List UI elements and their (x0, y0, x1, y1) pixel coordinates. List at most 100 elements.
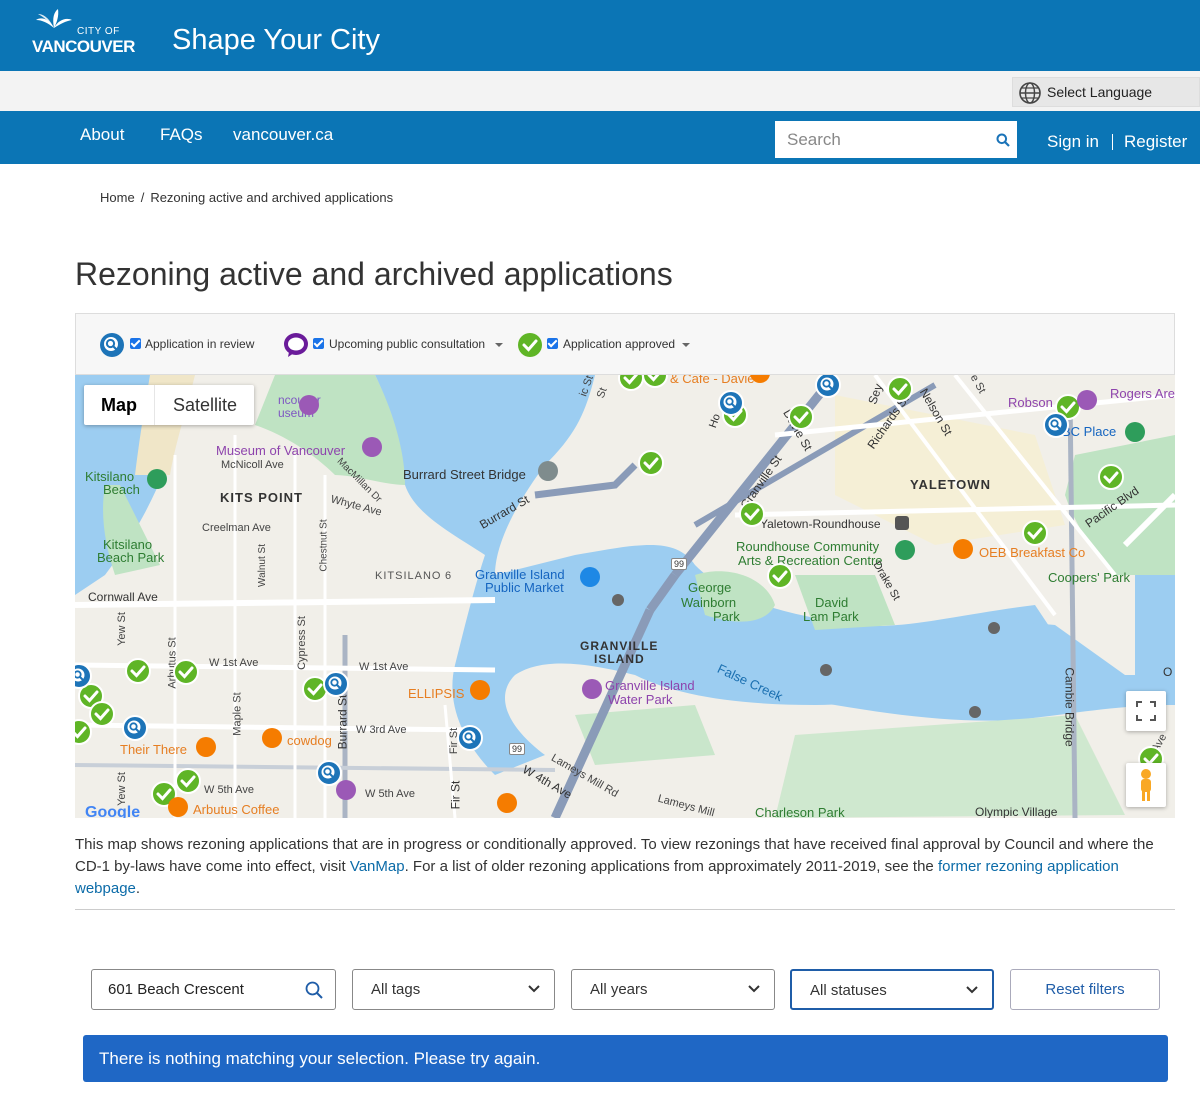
map-label-w3rd-ave: W 3rd Ave (356, 724, 407, 736)
map-label-cowdog: cowdog (287, 733, 332, 748)
rezoning-map[interactable]: Map Satellite ncouver useum Museum of Va… (75, 375, 1175, 818)
language-bar: Select Language (0, 71, 1200, 111)
map-label-olympic-village: Olympic Village (975, 805, 1058, 818)
description-text-3: . (135, 880, 141, 897)
sign-in-link[interactable]: Sign in (1047, 132, 1099, 152)
site-title[interactable]: Shape Your City (172, 24, 380, 57)
search-input[interactable] (775, 121, 985, 158)
legend-application-approved[interactable]: Application approved (517, 332, 697, 358)
map-label-oeb: OEB Breakfast Co (979, 545, 1086, 560)
nav-vancouver-ca[interactable]: vancouver.ca (233, 125, 333, 145)
nav-about[interactable]: About (80, 125, 124, 145)
fullscreen-icon (1136, 701, 1156, 721)
years-select[interactable]: All years (571, 969, 775, 1010)
map-label-museum-partial-2: useum (278, 406, 315, 420)
map-label-partial-o: O (1163, 665, 1173, 679)
flower-logo-icon (36, 9, 72, 28)
map-type-toggle: Map Satellite (84, 385, 254, 425)
logo-vancouver: VANCOUVER (32, 37, 135, 56)
map-label-maple-st: Maple St (231, 692, 244, 736)
map-label-their-there: Their There (120, 742, 187, 757)
map-label-hwy99-b: 99 (509, 743, 526, 755)
map-label-fir-st-a: Fir St (448, 727, 461, 755)
map-type-satellite-button[interactable]: Satellite (154, 385, 255, 425)
map-label-burrard-st-south: Burrard St (335, 694, 350, 750)
map-label-kitsilano: KITSILANO (375, 570, 442, 582)
description-text-2: . For a list of older rezoning applicati… (404, 858, 938, 875)
statuses-select[interactable]: All statuses (790, 969, 994, 1010)
site-search (775, 121, 1017, 158)
address-search-field (91, 969, 336, 1010)
legend-label-approved: Application approved (563, 337, 676, 351)
chevron-down-icon[interactable] (495, 342, 503, 348)
approved-marker-icon (518, 333, 542, 357)
map-label-cornwall-ave: Cornwall Ave (88, 590, 158, 604)
language-selector[interactable]: Select Language (1012, 77, 1200, 107)
nav-faqs[interactable]: FAQs (160, 125, 203, 145)
map-label-cypress-st: Cypress St (295, 616, 308, 670)
search-icon[interactable] (305, 981, 323, 999)
map-label-yew-st-a: Yew St (115, 612, 128, 646)
breadcrumb-home[interactable]: Home (100, 190, 135, 205)
site-header: CITY OF VANCOUVER Shape Your City (0, 0, 1200, 71)
legend-application-in-review[interactable]: Application in review (99, 332, 292, 358)
map-label-museum: Museum of Vancouver (216, 443, 346, 458)
street-view-button[interactable] (1126, 763, 1166, 807)
map-label-w1st-ave-b: W 1st Ave (359, 661, 409, 673)
map-label-cambie-bridge: Cambie Bridge (1062, 667, 1077, 747)
map-label-granville-market-2: Public Market (485, 580, 564, 595)
statuses-select-value: All statuses (810, 982, 887, 999)
map-label-yaletown-roundhouse: Yaletown-Roundhouse (760, 517, 881, 531)
map-label-kits-point: KITS POINT (220, 490, 303, 505)
map-label-kitsilano-beach-2: Beach (103, 482, 140, 497)
map-label-w5th-ave-a: W 5th Ave (204, 784, 254, 796)
map-label-hwy99-a: 99 (671, 558, 688, 570)
reset-filters-button[interactable]: Reset filters (1010, 969, 1160, 1010)
map-legend: Application in review Upcoming public co… (75, 313, 1175, 375)
map-label-bc-place: BC Place (1062, 424, 1117, 439)
pegman-icon (1141, 769, 1151, 801)
map-label-arbutus-st: Arbutus St (166, 637, 179, 689)
map-label-roundhouse-2: Arts & Recreation Centre (738, 553, 883, 568)
map-label-roundhouse-1: Roundhouse Community (736, 539, 880, 554)
map-type-map-button[interactable]: Map (84, 385, 154, 425)
legend-upcoming-public-consultation[interactable]: Upcoming public consultation (283, 332, 508, 358)
city-of-vancouver-logo[interactable]: CITY OF VANCOUVER (30, 8, 152, 60)
map-label-ellipsis: ELLIPSIS (408, 686, 465, 701)
breadcrumb-current: Rezoning active and archived application… (150, 190, 394, 205)
map-label-water-park-2: Water Park (608, 692, 673, 707)
map-label-chestnut-st: Chestnut St (318, 519, 330, 572)
vanmap-link[interactable]: VanMap (350, 858, 405, 875)
consultation-checkbox[interactable] (313, 338, 324, 349)
register-link[interactable]: Register (1124, 132, 1187, 152)
map-label-arbutus-coffee: Arbutus Coffee (193, 802, 280, 817)
map-label-kitsilano-route: 6 (445, 570, 452, 582)
map-label-creelman-ave: Creelman Ave (202, 522, 271, 534)
map-label-david-lam-2: Lam Park (803, 609, 859, 624)
map-label-yaletown: YALETOWN (910, 477, 991, 492)
map-label-museum-partial-1: ncouver (278, 393, 321, 407)
google-attribution[interactable]: Google (85, 804, 140, 818)
breadcrumb: Home / Rezoning active and archived applic… (100, 190, 393, 205)
map-label-cafe-davie: & Cafe - Davie (670, 375, 755, 386)
logo-city-of: CITY OF (77, 26, 120, 37)
years-select-value: All years (590, 981, 648, 998)
map-label-yew-st-b: Yew St (115, 772, 128, 806)
review-checkbox[interactable] (130, 338, 141, 349)
tags-select[interactable]: All tags (352, 969, 555, 1010)
map-label-burrard-bridge: Burrard Street Bridge (403, 467, 526, 482)
address-search-input[interactable] (92, 970, 297, 1009)
no-results-message: There is nothing matching your selection… (99, 1049, 541, 1068)
approved-checkbox[interactable] (547, 338, 558, 349)
breadcrumb-separator: / (140, 190, 145, 205)
page-title: Rezoning active and archived application… (75, 256, 673, 292)
search-icon[interactable] (996, 133, 1010, 147)
map-label-george-wainborn-2: Wainborn (681, 595, 737, 610)
map-label-walnut-st: Walnut St (256, 544, 268, 587)
fullscreen-button[interactable] (1126, 691, 1166, 731)
map-label-george-wainborn-3: Park (713, 609, 740, 624)
globe-icon (1019, 82, 1041, 104)
chevron-down-icon[interactable] (682, 342, 690, 348)
map-label-robson: Robson (1008, 395, 1053, 410)
map-canvas (75, 375, 1175, 818)
